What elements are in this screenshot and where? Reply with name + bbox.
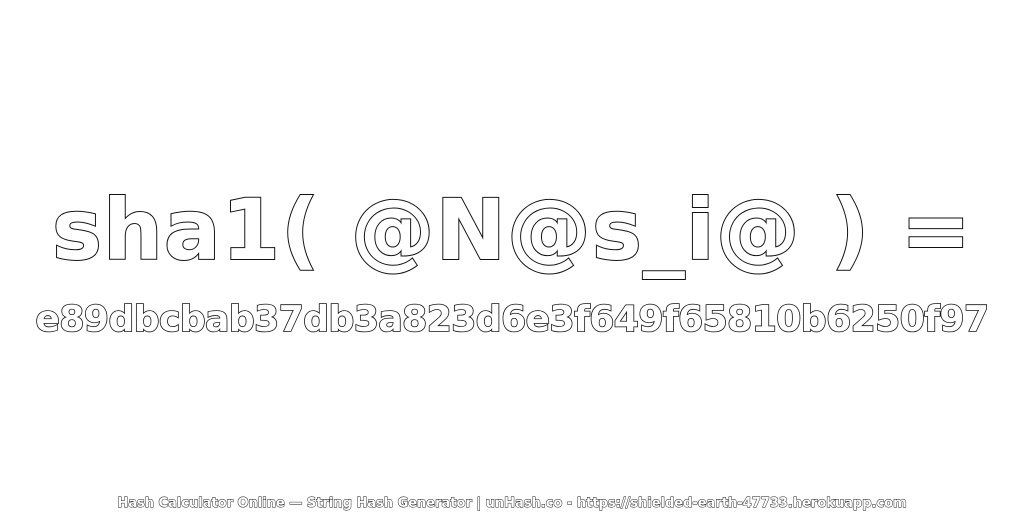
hash-value: e89dbcbab37db3a823d6e3f649f65810b6250f97 [35,298,990,341]
footer-caption: Hash Calculator Online — String Hash Gen… [117,496,907,512]
hash-expression: sha1( @N@s_i@ ) = [51,180,972,280]
